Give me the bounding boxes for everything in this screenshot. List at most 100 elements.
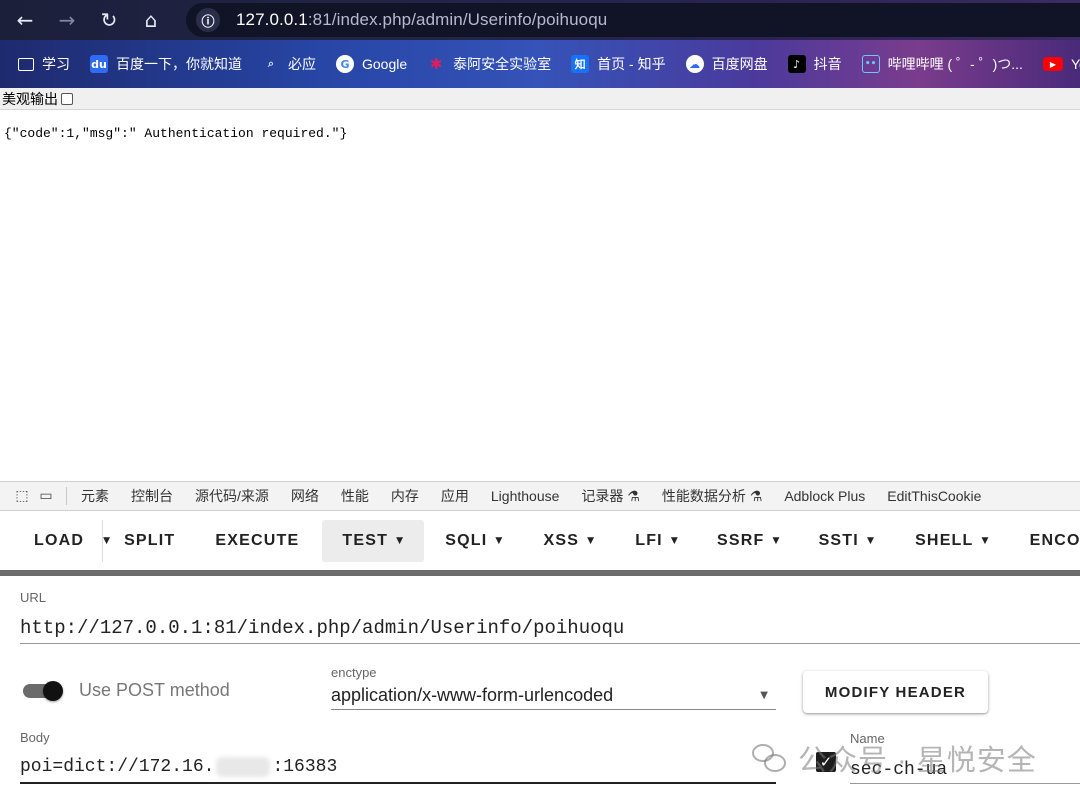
load-button-label: LOAD [34,532,85,549]
use-post-label: Use POST method [79,680,230,700]
lfi-menu-button[interactable]: LFI ▼ [620,520,694,562]
split-button-label: SPLIT [124,532,176,549]
ssti-menu-button[interactable]: SSTI ▼ [804,520,891,562]
sqli-menu-button[interactable]: SQLI ▼ [430,520,518,562]
panel-divider[interactable] [0,570,1080,576]
use-post-toggle[interactable] [23,681,67,701]
encoding-button-label: ENCODING [1029,532,1080,549]
bilibili-icon: •• [861,55,880,73]
chevron-down-icon: ▼ [981,536,990,546]
bookmark-label: 必应 [288,56,316,72]
bookmark-bilibili[interactable]: •• 哔哩哔哩 ( ゜- ゜)つ... [861,54,1023,74]
divider [66,487,67,505]
test-button-label: TEST [342,532,389,549]
pretty-print-bar: 美观输出 [0,88,1080,110]
chevron-down-icon: ▼ [866,536,876,546]
zhihu-icon: 知 [571,55,590,73]
back-arrow-icon[interactable]: ← [8,3,42,37]
bookmark-label: 哔哩哔哩 ( ゜- ゜)つ... [887,56,1023,72]
chevron-down-icon: ▼ [396,536,405,546]
bookmark-douyin[interactable]: ♪ 抖音 [787,54,842,74]
bookmark-bing[interactable]: ⌕ 必应 [262,54,316,74]
address-bar[interactable]: ⓘ 127.0.0.1:81/index.php/admin/Userinfo/… [186,3,1080,37]
sqli-button-label: SQLI [445,532,488,549]
redacted-ip-segment [216,757,271,777]
header-enabled-checkbox[interactable]: ✓ [816,752,836,772]
tab-sources[interactable]: 源代码/来源 [195,486,269,506]
tab-network[interactable]: 网络 [291,486,319,506]
post-body-input[interactable]: poi=dict://172.16. :16383 [20,752,776,784]
google-icon: G [336,55,354,73]
home-icon[interactable]: ⌂ [134,3,168,37]
address-bar-url[interactable]: 127.0.0.1:81/index.php/admin/Userinfo/po… [236,10,607,30]
tab-performance[interactable]: 性能 [341,486,369,506]
tab-recorder[interactable]: 记录器 ⚗ [581,486,639,506]
bookmark-google[interactable]: G Google [336,55,407,73]
youtube-icon: ▶ [1042,57,1063,71]
execute-button-label: EXECUTE [215,532,300,549]
enctype-label: enctype [331,665,377,680]
ssrf-menu-button[interactable]: SSRF ▼ [702,520,796,562]
ssti-button-label: SSTI [818,532,859,549]
bookmark-label: 首页 - 知乎 [597,56,666,72]
split-button[interactable]: SPLIT [110,520,190,562]
tab-application[interactable]: 应用 [441,486,469,506]
header-name-input[interactable]: sec-ch-ua [850,750,1080,784]
shell-menu-button[interactable]: SHELL ▼ [900,520,1005,562]
bookmark-baidu-pan[interactable]: ☁ 百度网盘 [685,54,768,74]
reload-icon[interactable]: ↻ [92,3,126,37]
bookmark-taia[interactable]: ✱ 泰阿安全实验室 [427,54,551,74]
search-icon: ⌕ [267,57,275,70]
bookmark-label: 百度一下，你就知道 [116,56,242,72]
tab-console[interactable]: 控制台 [131,486,173,506]
bookmark-zhihu[interactable]: 知 首页 - 知乎 [571,54,666,74]
chevron-down-icon: ▼ [495,536,504,546]
tab-lighthouse[interactable]: Lighthouse [491,488,560,504]
body-value-prefix: poi=dict://172.16. [20,757,215,777]
tab-elements[interactable]: 元素 [81,486,109,506]
bookmark-label: 抖音 [813,56,842,72]
forward-arrow-icon[interactable]: → [50,3,84,37]
xss-menu-button[interactable]: XSS ▼ [528,520,610,562]
toggle-knob [43,681,63,701]
bookmark-baidu[interactable]: du 百度一下，你就知道 [90,54,242,74]
lfi-button-label: LFI [635,532,663,549]
load-dropdown-caret-icon[interactable]: ▼ [102,520,110,562]
execute-button[interactable]: EXECUTE [200,520,314,562]
load-button[interactable]: LOAD [0,520,102,562]
bookmark-study[interactable]: 学习 [18,54,70,74]
modify-header-label: MODIFY HEADER [824,683,967,701]
browser-toolbar: ← → ↻ ⌂ ⓘ 127.0.0.1:81/index.php/admin/U… [0,0,1080,40]
hackbar-url-input[interactable]: http://127.0.0.1:81/index.php/admin/User… [20,612,1080,644]
baidu-pan-icon: ☁ [685,55,704,73]
url-field-label: URL [20,590,47,605]
tab-adblock-plus[interactable]: Adblock Plus [784,488,865,504]
bookmark-label: 学习 [42,56,70,72]
device-toolbar-icon[interactable]: ▭ [36,486,56,506]
tab-performance-insights[interactable]: 性能数据分析 ⚗ [662,486,762,506]
chevron-down-icon: ▼ [760,690,768,701]
tab-memory[interactable]: 内存 [391,486,419,506]
tab-editthiscookie[interactable]: EditThisCookie [887,488,981,504]
enctype-select[interactable]: application/x-www-form-urlencoded ▼ [331,682,776,710]
douyin-icon: ♪ [787,55,806,73]
modify-header-button[interactable]: MODIFY HEADER [803,671,988,713]
baidu-icon: du [90,55,108,73]
pretty-print-checkbox[interactable] [61,92,73,105]
header-name-label: Name [850,731,885,746]
body-field-label: Body [20,730,50,745]
chevron-down-icon: ▼ [587,536,596,546]
bookmark-label: 泰阿安全实验室 [453,56,552,72]
chevron-down-icon: ▼ [772,536,781,546]
test-menu-button[interactable]: TEST ▼ [322,520,425,562]
bookmark-youtube[interactable]: ▶ You [1042,56,1080,72]
encoding-menu-button[interactable]: ENCODING [1015,520,1080,562]
body-value-suffix: :16383 [272,757,338,777]
inspect-element-icon[interactable]: ⬚ [12,486,32,506]
xss-button-label: XSS [543,532,580,549]
url-host: 127.0.0.1 [236,10,308,29]
site-info-icon[interactable]: ⓘ [196,8,220,32]
ssrf-button-label: SSRF [716,532,765,549]
json-response: {"code":1,"msg":" Authentication require… [4,126,348,141]
bookmark-label: Google [362,56,408,72]
